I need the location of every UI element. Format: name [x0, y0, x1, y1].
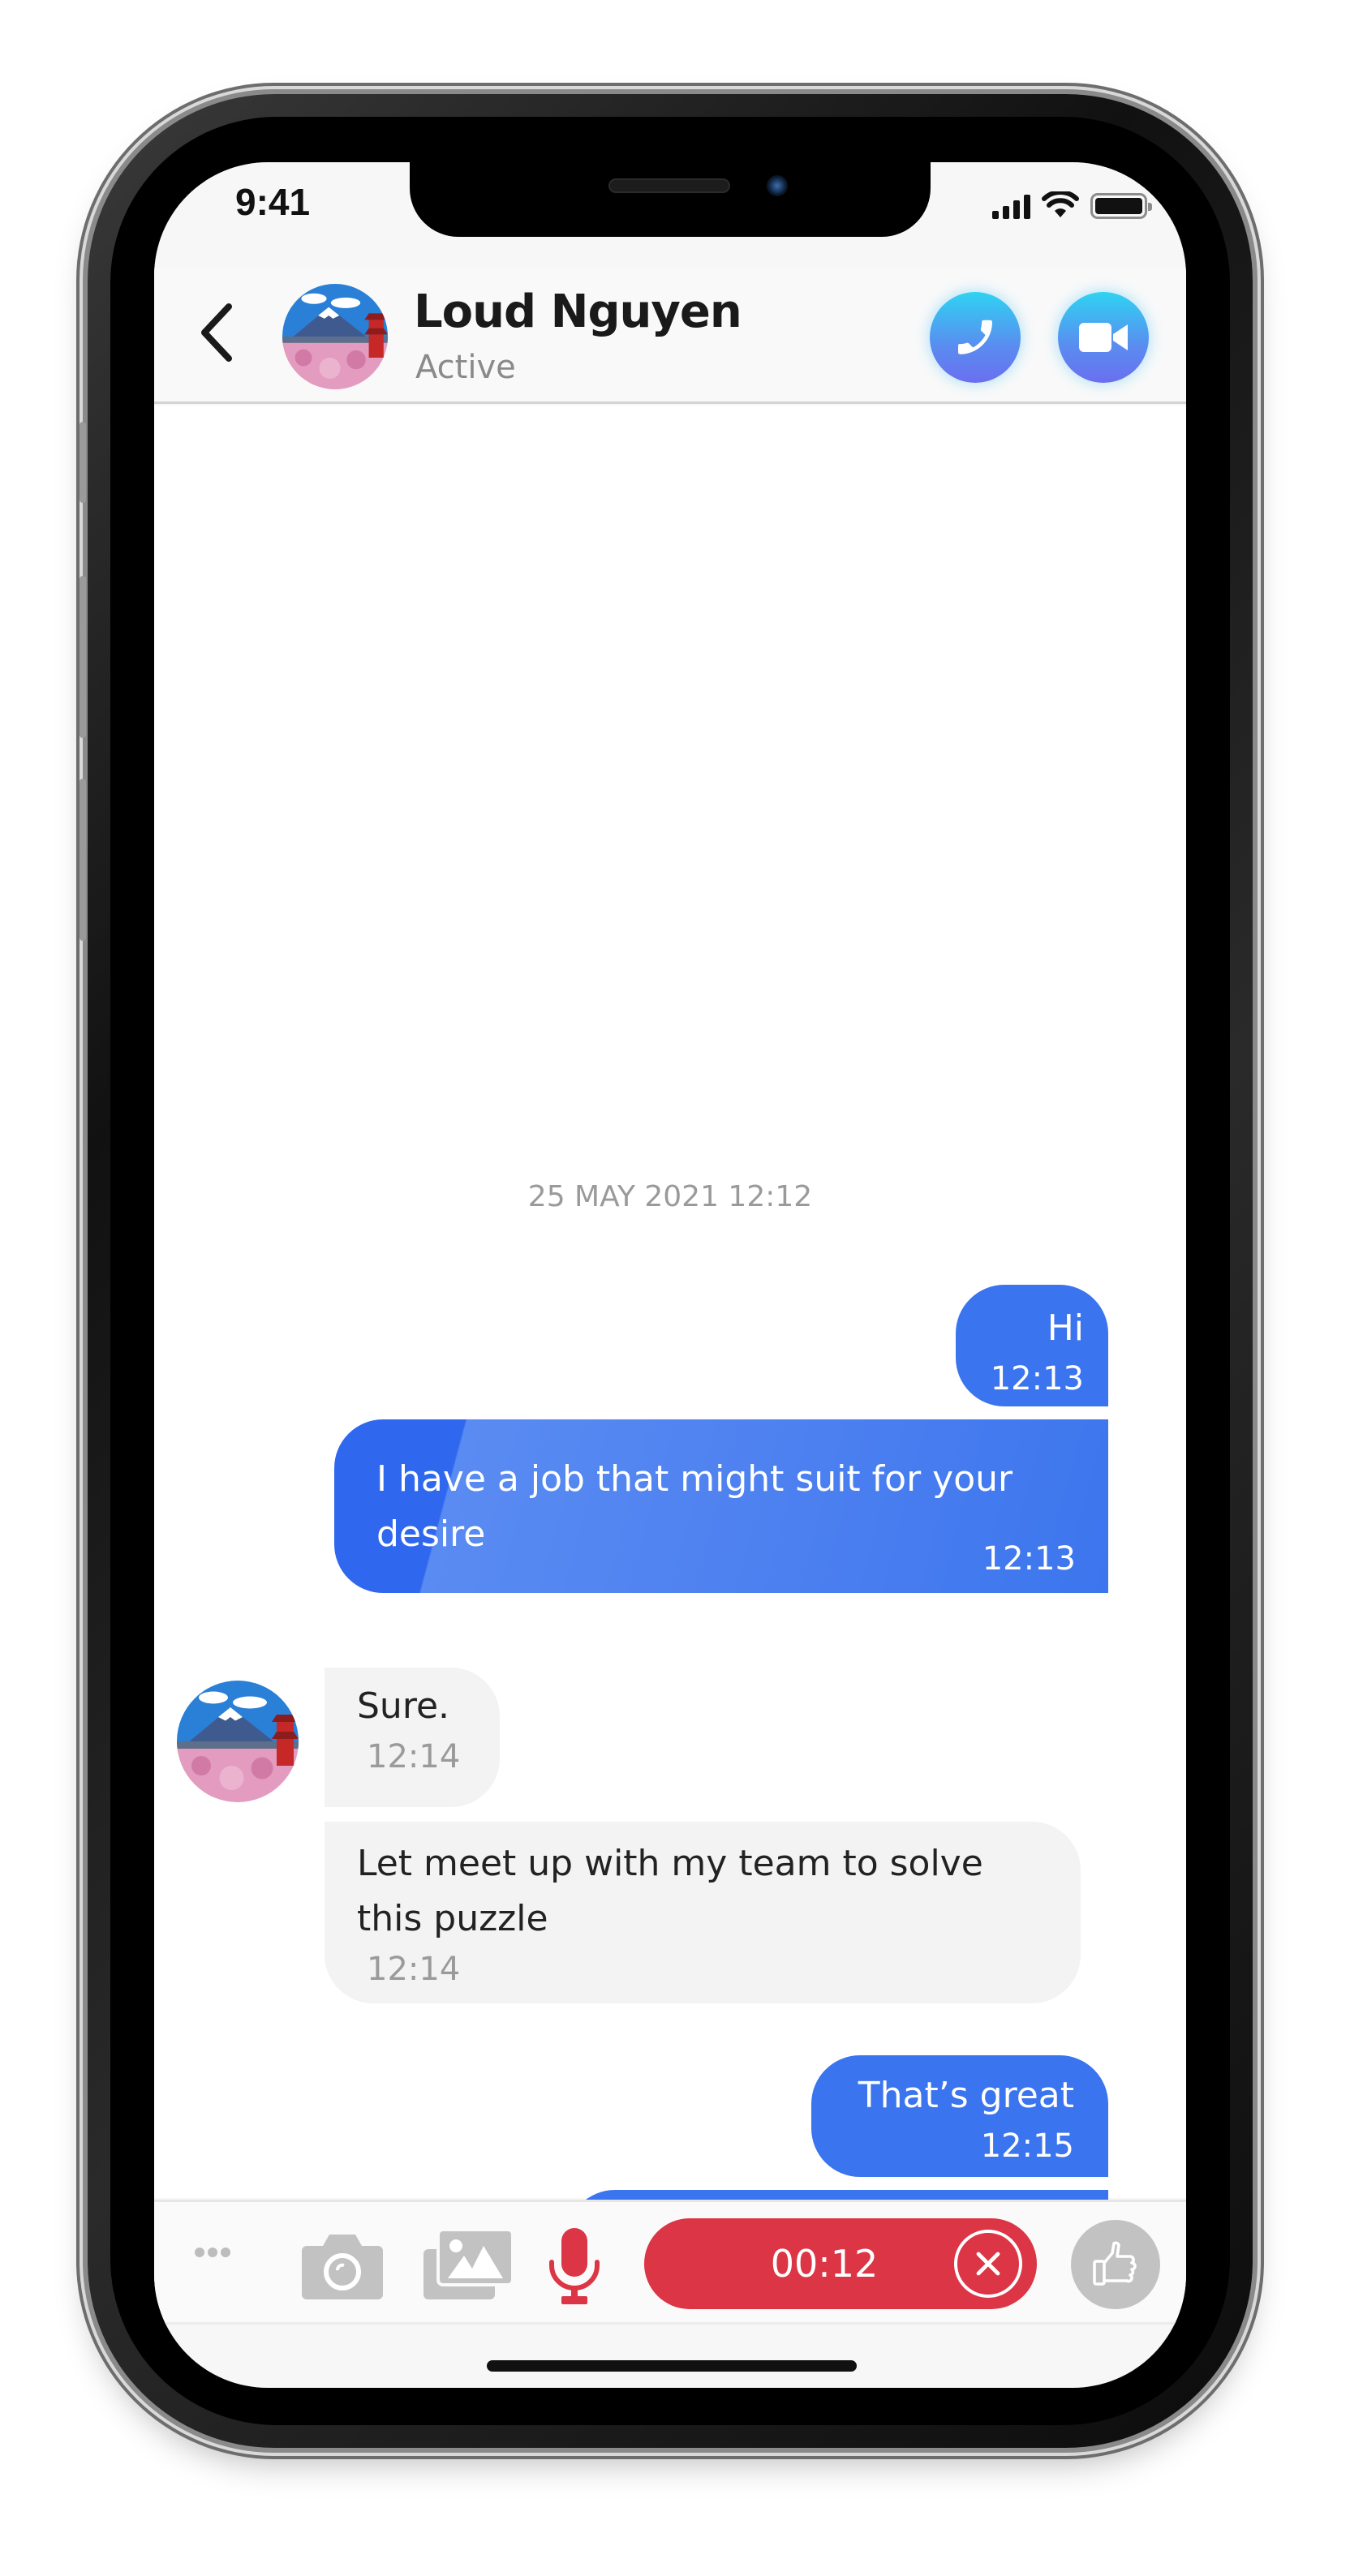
- front-camera: [767, 175, 788, 196]
- date-separator: 25 MAY 2021 12:12: [527, 1180, 813, 1213]
- message-text: Let meet up with my team to solve this p…: [357, 1843, 983, 1939]
- message-incoming[interactable]: Sure. 12:14: [325, 1668, 500, 1807]
- message-text: That’s great: [858, 2075, 1074, 2116]
- cellular-signal-icon: [992, 195, 1030, 219]
- message-text: Hi: [1047, 1307, 1084, 1349]
- mount-fuji-photo-icon: [177, 1681, 299, 1802]
- message-outgoing[interactable]: Hi 12:13: [956, 1285, 1108, 1406]
- status-icons: [992, 191, 1152, 219]
- microphone-icon: [549, 2228, 600, 2304]
- earpiece-speaker: [608, 178, 730, 193]
- status-time: 9:41: [235, 181, 311, 223]
- notch: [410, 162, 931, 237]
- wifi-icon: [1042, 191, 1079, 217]
- message-text: I have a job that might suit for your de…: [376, 1458, 1013, 1555]
- image-gallery-icon: [423, 2228, 514, 2299]
- message-list[interactable]: 25 MAY 2021 12:12 Hi 12:13 I have a job …: [154, 406, 1186, 2312]
- message-text: Sure.: [357, 1685, 449, 1727]
- recording-timer: 00:12: [770, 2242, 879, 2286]
- back-button[interactable]: [191, 300, 240, 365]
- mount-fuji-photo-icon: [282, 284, 388, 389]
- contact-status: Active: [415, 349, 516, 386]
- message-outgoing[interactable]: I have a job that might suit for your de…: [334, 1419, 1108, 1593]
- sender-avatar[interactable]: [177, 1681, 299, 1802]
- phone-icon: [958, 320, 992, 354]
- volume-up-button: [80, 576, 86, 738]
- message-time: 12:14: [367, 1738, 461, 1775]
- message-time: 12:13: [990, 1360, 1084, 1397]
- message-time: 12:15: [980, 2127, 1074, 2165]
- chevron-left-icon: [201, 303, 232, 362]
- home-indicator[interactable]: [487, 2360, 857, 2372]
- phone-screen: 9:41 Loud Nguyen Active 25 MAY 2021 12:1…: [154, 162, 1186, 2388]
- message-time: 12:14: [367, 1951, 461, 1988]
- more-dots-icon: [195, 2248, 204, 2257]
- like-button[interactable]: [1071, 2220, 1160, 2309]
- message-incoming[interactable]: Let meet up with my team to solve this p…: [325, 1822, 1081, 2003]
- contact-name[interactable]: Loud Nguyen: [414, 286, 742, 338]
- close-icon: [976, 2252, 1000, 2276]
- video-camera-icon: [1079, 323, 1128, 352]
- cancel-recording-button[interactable]: [954, 2230, 1022, 2298]
- video-call-button[interactable]: [1058, 292, 1149, 383]
- microphone-button[interactable]: [544, 2226, 605, 2311]
- message-time: 12:13: [982, 1540, 1076, 1578]
- voice-recording-indicator: 00:12: [644, 2218, 1037, 2309]
- contact-avatar[interactable]: [282, 284, 388, 389]
- chat-header: Loud Nguyen Active: [154, 268, 1186, 404]
- camera-button[interactable]: [300, 2226, 385, 2304]
- battery-icon: [1090, 193, 1152, 219]
- more-options-button[interactable]: [195, 2248, 230, 2257]
- volume-down-button: [80, 779, 86, 941]
- voice-call-button[interactable]: [930, 292, 1021, 383]
- composer-toolbar: 00:12: [154, 2200, 1186, 2325]
- gallery-button[interactable]: [422, 2226, 516, 2304]
- message-outgoing[interactable]: That’s great 12:15: [811, 2055, 1108, 2177]
- thumbs-up-icon: [1093, 2241, 1137, 2286]
- camera-icon: [302, 2235, 383, 2299]
- silent-switch: [80, 422, 86, 503]
